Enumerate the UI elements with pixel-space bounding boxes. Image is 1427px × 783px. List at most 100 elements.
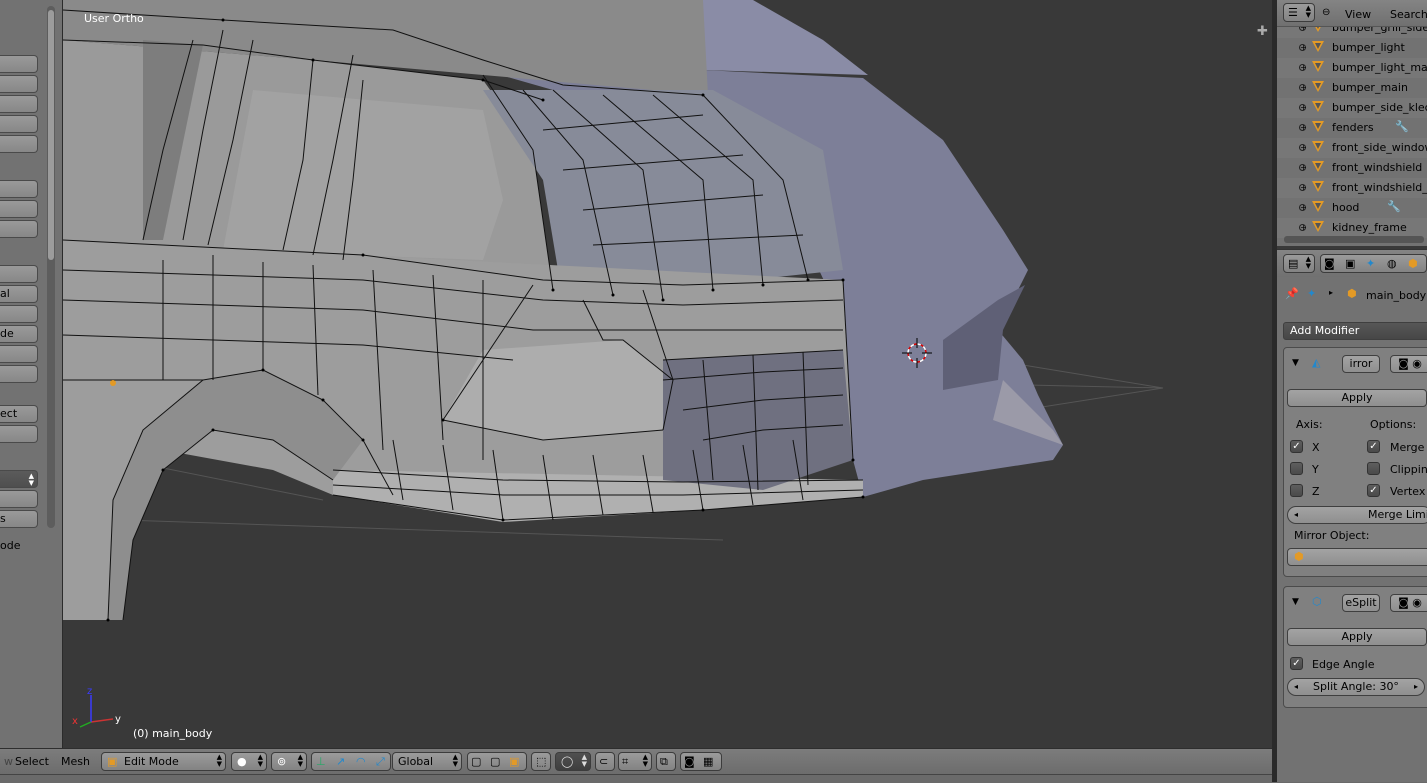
render-tab-icon[interactable]: ◙ [1324,255,1335,272]
modifier-name-field[interactable]: irror [1342,355,1380,373]
outliner-item[interactable]: + front_side_window [1277,138,1427,158]
camera-icon[interactable]: ◙ [684,753,695,770]
tool-button[interactable] [0,95,38,113]
expand-icon[interactable]: + [1299,164,1307,172]
3d-viewport[interactable]: z y x User Ortho (0) main_body ✚ [63,0,1272,748]
tool-button[interactable] [0,490,38,508]
tool-button[interactable] [0,55,38,73]
clipping-checkbox[interactable] [1367,462,1380,475]
outliner-item[interactable]: + front_windshield [1277,158,1427,178]
editor-type-dropdown[interactable]: ▤ ▲ ▼ [1283,254,1315,273]
outliner-view-menu[interactable]: View [1345,8,1371,21]
axis-z-checkbox[interactable] [1290,484,1303,497]
layers-tab-icon[interactable]: ▣ [1345,255,1355,272]
outliner-item[interactable]: +bumper_side_klech [1277,98,1427,118]
tool-button[interactable]: ect [0,405,38,423]
render-toggle[interactable]: ◙ ◉ [1390,355,1427,373]
apply-button[interactable]: Apply [1287,628,1427,646]
outliner-item[interactable]: + fenders 🔧 [1277,118,1427,138]
tool-button[interactable] [0,365,38,383]
modifier-name-field[interactable]: eSplit [1342,594,1380,612]
pivot-dropdown[interactable]: ⊚ ▲ ▼ [271,752,307,771]
copy-button[interactable]: ⧉ [656,752,676,771]
tool-button[interactable] [0,115,38,133]
collapse-icon[interactable]: ⊖ [1322,7,1330,18]
expand-icon[interactable]: + [1299,104,1307,112]
tool-button[interactable] [0,135,38,153]
expand-icon[interactable]: + [1299,144,1307,152]
mirror-object-field[interactable]: ⬢ [1287,548,1427,566]
clapper-icon[interactable]: ▦ [703,753,713,770]
expand-icon[interactable]: + [1299,204,1307,212]
expand-icon[interactable]: + [1299,64,1307,72]
tool-button[interactable] [0,265,38,283]
expand-icon[interactable]: + [1299,184,1307,192]
occlude-toggle[interactable]: ⬚ [531,752,551,771]
axis-y-checkbox[interactable] [1290,462,1303,475]
split-angle-field[interactable]: ◂ Split Angle: 30° ▸ [1287,678,1425,696]
render-toggle[interactable]: ◙ ◉ [1390,594,1427,612]
mesh-menu[interactable]: Mesh [61,755,90,768]
tool-dropdown[interactable]: ▲ ▼ [0,470,38,488]
collapse-arrow-icon[interactable]: ▼ [1292,597,1299,607]
tool-button[interactable] [0,425,38,443]
tool-button[interactable]: s [0,510,38,528]
select-menu[interactable]: Select [15,755,49,768]
outliner-item[interactable]: +bumper_light_main [1277,58,1427,78]
outliner-item[interactable]: + hood 🔧 [1277,198,1427,218]
expand-icon[interactable]: + [1299,224,1307,232]
outliner-item[interactable]: + bumper_light [1277,38,1427,58]
proportional-dropdown[interactable]: ◯ ▲ ▼ [555,752,591,771]
axis-x-checkbox[interactable]: ✓ [1290,440,1303,453]
mode-dropdown[interactable]: ▣ Edit Mode ▲ ▼ [101,752,226,771]
outliner-search-menu[interactable]: Search [1390,8,1427,21]
decrement-arrow-icon[interactable]: ◂ [1294,679,1298,695]
outliner-item[interactable]: + kidney_frame [1277,218,1427,238]
snap-toggle[interactable]: ⊂ [595,752,615,771]
expand-icon[interactable]: + [1299,124,1307,132]
orientation-dropdown[interactable]: Global ▲ ▼ [392,752,462,771]
collapse-arrow-icon[interactable]: ▼ [1292,358,1299,368]
merge-limit-field[interactable]: ◂ Merge Limi [1287,506,1427,524]
tool-button[interactable] [0,75,38,93]
merge-checkbox[interactable]: ✓ [1367,440,1380,453]
tool-button[interactable]: al [0,285,38,303]
vertex-select-icon[interactable]: ▢ [471,753,481,770]
plus-icon[interactable]: ✚ [1257,24,1268,39]
translate-icon[interactable]: ↗ [336,753,345,770]
editor-type-dropdown[interactable]: ☰ ▲ ▼ [1283,3,1315,22]
scene-tab-icon[interactable]: ✦ [1366,255,1375,272]
edge-angle-checkbox[interactable]: ✓ [1290,657,1303,670]
expand-icon[interactable]: + [1299,44,1307,52]
tool-shelf-scrollbar[interactable] [47,6,55,528]
rotate-icon[interactable]: ◠ [356,753,366,770]
tool-button[interactable] [0,345,38,363]
pin-icon[interactable]: 📌 [1285,287,1299,300]
view-menu-partial[interactable]: w [4,755,13,768]
properties-icon: ▤ [1288,257,1299,270]
tool-button[interactable] [0,305,38,323]
apply-button[interactable]: Apply [1287,389,1427,407]
outliner-scrollbar[interactable] [1284,236,1424,243]
face-select-icon[interactable]: ▣ [509,753,519,770]
tool-button[interactable] [0,220,38,238]
outliner-item[interactable]: +front_windshield_de [1277,178,1427,198]
outliner-item[interactable]: + bumper_main [1277,78,1427,98]
scale-icon[interactable]: ⤢ [376,753,385,770]
scene-icon: ✦ [1307,287,1317,300]
snap-element-dropdown[interactable]: ⌗ ▲ ▼ [618,752,652,771]
tool-button[interactable] [0,200,38,218]
increment-arrow-icon[interactable]: ▸ [1414,679,1418,695]
vertex-groups-checkbox[interactable]: ✓ [1367,484,1380,497]
tool-button[interactable]: de [0,325,38,343]
edge-select-icon[interactable]: ▢ [490,753,500,770]
manipulator-icon[interactable]: ⊥ [316,753,326,770]
world-tab-icon[interactable]: ◍ [1387,255,1397,272]
expand-icon[interactable]: + [1299,84,1307,92]
scrollbar-thumb[interactable] [48,10,54,260]
shading-dropdown[interactable]: ● ▲ ▼ [231,752,267,771]
decrement-arrow-icon[interactable]: ◂ [1294,507,1298,523]
tool-button[interactable] [0,180,38,198]
add-modifier-button[interactable]: Add Modifier [1283,322,1427,340]
object-tab-icon[interactable]: ⬢ [1408,255,1418,272]
